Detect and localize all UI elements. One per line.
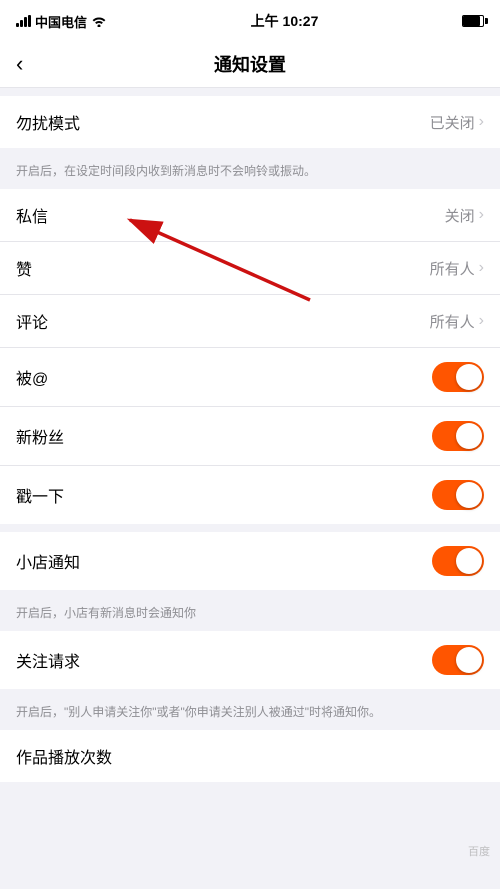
dnd-value: 已关闭 › — [430, 112, 484, 133]
chevron-icon: › — [479, 206, 484, 224]
list-item-playcount[interactable]: 作品播放次数 — [0, 730, 500, 782]
messages-section: 私信 关闭 › 赞 所有人 › 评论 所有人 › 被@ — [0, 189, 500, 524]
dnd-section: 勿扰模式 已关闭 › — [0, 96, 500, 148]
newfans-label: 新粉丝 — [16, 424, 64, 448]
playcount-label: 作品播放次数 — [16, 744, 112, 768]
dnd-label: 勿扰模式 — [16, 110, 80, 134]
dm-value: 关闭 › — [445, 205, 484, 226]
shop-toggle-switch[interactable] — [432, 546, 484, 576]
chevron-icon: › — [479, 113, 484, 131]
dnd-note: 开启后，在设定时间段内收到新消息时不会响铃或振动。 — [0, 156, 500, 189]
follow-toggle-switch[interactable] — [432, 645, 484, 675]
follow-label: 关注请求 — [16, 648, 80, 672]
at-toggle[interactable] — [432, 362, 484, 392]
list-item-shop[interactable]: 小店通知 — [0, 532, 500, 590]
list-item-dnd[interactable]: 勿扰模式 已关闭 › — [0, 96, 500, 148]
newfans-toggle[interactable] — [432, 421, 484, 451]
list-item-comment[interactable]: 评论 所有人 › — [0, 295, 500, 348]
shop-note: 开启后，小店有新消息时会通知你 — [0, 598, 500, 631]
status-battery — [462, 15, 484, 27]
list-item-like[interactable]: 赞 所有人 › — [0, 242, 500, 295]
signal-icon — [16, 15, 31, 27]
shop-section: 小店通知 — [0, 532, 500, 590]
battery-icon — [462, 15, 484, 27]
chevron-icon: › — [479, 259, 484, 277]
wifi-icon — [91, 15, 107, 27]
comment-label: 评论 — [16, 309, 48, 333]
list-item-dm[interactable]: 私信 关闭 › — [0, 189, 500, 242]
follow-toggle[interactable] — [432, 645, 484, 675]
page-title: 通知设置 — [214, 51, 286, 77]
playcount-section: 作品播放次数 — [0, 730, 500, 782]
like-value: 所有人 › — [430, 258, 484, 279]
poke-label: 戳一下 — [16, 483, 64, 507]
follow-section: 关注请求 — [0, 631, 500, 689]
list-item-poke[interactable]: 戳一下 — [0, 466, 500, 524]
status-carrier: 中国电信 — [16, 12, 107, 31]
shop-toggle[interactable] — [432, 546, 484, 576]
poke-toggle[interactable] — [432, 480, 484, 510]
list-item-at[interactable]: 被@ — [0, 348, 500, 407]
comment-value: 所有人 › — [430, 311, 484, 332]
chevron-icon: › — [479, 312, 484, 330]
at-toggle-switch[interactable] — [432, 362, 484, 392]
newfans-toggle-switch[interactable] — [432, 421, 484, 451]
list-item-follow[interactable]: 关注请求 — [0, 631, 500, 689]
nav-bar: ‹ 通知设置 — [0, 40, 500, 88]
watermark: 百度 — [468, 843, 490, 859]
status-bar: 中国电信 上午 10:27 — [0, 0, 500, 40]
poke-toggle-switch[interactable] — [432, 480, 484, 510]
list-item-newfans[interactable]: 新粉丝 — [0, 407, 500, 466]
like-label: 赞 — [16, 256, 32, 280]
at-label: 被@ — [16, 365, 48, 389]
dm-label: 私信 — [16, 203, 48, 227]
status-time: 上午 10:27 — [251, 11, 319, 31]
back-button[interactable]: ‹ — [16, 51, 23, 77]
follow-note: 开启后，"别人申请关注你"或者"你申请关注别人被通过"时将通知你。 — [0, 697, 500, 730]
shop-label: 小店通知 — [16, 549, 80, 573]
